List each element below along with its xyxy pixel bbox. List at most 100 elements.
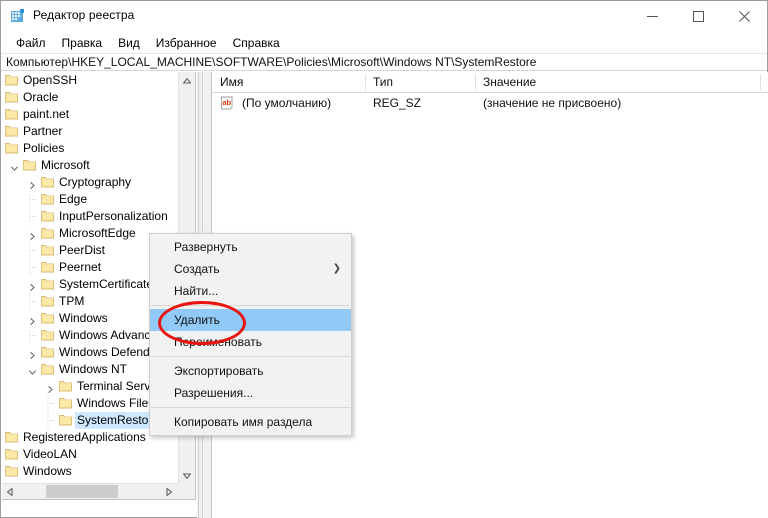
tree-item-label: OpenSSH: [23, 73, 78, 87]
tree-item-cryptography[interactable]: Cryptography: [2, 174, 194, 191]
folder-icon: [5, 125, 18, 137]
tree-connector-dots: [28, 327, 37, 344]
context-menu-item-развернуть[interactable]: Развернуть: [150, 236, 351, 258]
menu-edit[interactable]: Правка: [54, 34, 111, 52]
scroll-up-button[interactable]: [179, 72, 195, 89]
folder-icon: [41, 227, 54, 239]
menu-file[interactable]: Файл: [8, 34, 54, 52]
folder-icon: [23, 159, 36, 171]
context-menu-item-разрешения[interactable]: Разрешения...: [150, 382, 351, 404]
folder-icon: [59, 414, 72, 426]
context-menu-item-найти[interactable]: Найти...: [150, 280, 351, 302]
context-menu-item-label: Развернуть: [174, 240, 238, 254]
menu-bar: Файл Правка Вид Избранное Справка: [1, 32, 767, 53]
context-menu-item-label: Копировать имя раздела: [174, 415, 313, 429]
values-list-header: Имя Тип Значение: [212, 72, 768, 93]
window-title: Редактор реестра: [33, 8, 135, 22]
tree-item-paint-net[interactable]: paint.net: [2, 106, 194, 123]
context-menu-item-переименовать[interactable]: Переименовать: [150, 331, 351, 353]
tree-item-edge[interactable]: Edge: [2, 191, 194, 208]
menu-favorites[interactable]: Избранное: [148, 34, 225, 52]
folder-icon: [5, 74, 18, 86]
tree-connector-dots: [28, 242, 37, 259]
context-menu-separator: [151, 305, 350, 306]
tree-item-oracle[interactable]: Oracle: [2, 89, 194, 106]
chevron-down-icon[interactable]: [28, 365, 37, 375]
value-data: (значение не присвоено): [483, 96, 622, 110]
window-controls: [629, 1, 767, 32]
value-type: REG_SZ: [373, 96, 422, 110]
tree-item-microsoft[interactable]: Microsoft: [2, 157, 194, 174]
tree-item-label: Windows NT: [59, 362, 128, 376]
chevron-down-icon[interactable]: [10, 161, 19, 171]
tree-item-label: VideoLAN: [23, 447, 77, 461]
context-menu-item-удалить[interactable]: Удалить: [150, 309, 351, 331]
context-menu-item-копировать-имя-раздела[interactable]: Копировать имя раздела: [150, 411, 351, 433]
tree-connector-dots: [28, 293, 37, 310]
tree-item-partner[interactable]: Partner: [2, 123, 194, 140]
tree-item-label: RegisteredApplications: [23, 430, 146, 444]
chevron-right-icon[interactable]: [28, 348, 37, 360]
tree-item-label: Microsoft: [41, 158, 90, 172]
folder-icon: [5, 448, 18, 460]
context-menu-item-label: Найти...: [174, 284, 219, 298]
context-menu-item-экспортировать[interactable]: Экспортировать: [150, 360, 351, 382]
tree-item-label: Policies: [23, 141, 65, 155]
tree-item-label: MicrosoftEdge: [59, 226, 136, 240]
close-button[interactable]: [721, 1, 767, 32]
value-row[interactable]: ab (По умолчанию) REG_SZ (значение не пр…: [212, 93, 768, 113]
tree-item-label: Partner: [23, 124, 63, 138]
tree-item-policies[interactable]: Policies: [2, 140, 194, 157]
menu-help[interactable]: Справка: [225, 34, 288, 52]
tree-item-label: Windows: [59, 311, 108, 325]
context-menu-item-label: Переименовать: [174, 335, 262, 349]
scroll-right-button[interactable]: [161, 484, 177, 499]
regedit-icon: [10, 8, 26, 24]
folder-icon: [41, 329, 54, 341]
chevron-right-icon[interactable]: [28, 178, 37, 190]
tree-connector-dots: [46, 412, 55, 429]
tree-connector-dots: [46, 395, 55, 412]
scroll-down-button[interactable]: [179, 467, 195, 484]
folder-icon: [41, 193, 54, 205]
tree-item-windows[interactable]: Windows: [2, 463, 194, 480]
tree-item-inputpersonalization[interactable]: InputPersonalization: [2, 208, 194, 225]
column-header-value[interactable]: Значение: [475, 72, 768, 92]
folder-icon: [41, 244, 54, 256]
tree-connector-dots: [28, 208, 37, 225]
submenu-chevron-icon: ❯: [332, 263, 341, 274]
tree-horizontal-scrollbar[interactable]: [2, 483, 194, 499]
menu-view[interactable]: Вид: [110, 34, 148, 52]
horizontal-scroll-thumb[interactable]: [46, 485, 118, 498]
folder-icon: [5, 108, 18, 120]
address-bar[interactable]: Компьютер\HKEY_LOCAL_MACHINE\SOFTWARE\Po…: [1, 53, 767, 71]
string-value-icon: ab: [220, 96, 234, 110]
scroll-left-button[interactable]: [2, 484, 18, 499]
folder-icon: [41, 176, 54, 188]
tree-item-label: SystemCertificates: [59, 277, 160, 291]
tree-connector-dots: [28, 259, 37, 276]
folder-icon: [5, 465, 18, 477]
column-header-name[interactable]: Имя: [212, 72, 365, 92]
tree-item-label: InputPersonalization: [59, 209, 168, 223]
folder-icon: [41, 363, 54, 375]
tree-item-label: Oracle: [23, 90, 59, 104]
column-header-type[interactable]: Тип: [365, 72, 475, 92]
tree-item-videolan[interactable]: VideoLAN: [2, 446, 194, 463]
folder-icon: [41, 210, 54, 222]
registry-path: Компьютер\HKEY_LOCAL_MACHINE\SOFTWARE\Po…: [6, 55, 537, 69]
maximize-button[interactable]: [675, 1, 721, 32]
folder-icon: [41, 261, 54, 273]
chevron-right-icon[interactable]: [28, 280, 37, 292]
folder-icon: [59, 397, 72, 409]
chevron-right-icon[interactable]: [28, 314, 37, 326]
context-menu-item-создать[interactable]: Создать ❯: [150, 258, 351, 280]
tree-item-openssh[interactable]: OpenSSH: [2, 72, 194, 89]
context-menu-separator: [151, 356, 350, 357]
context-menu[interactable]: Развернуть Создать ❯ Найти... Удалить Переиме…: [149, 233, 352, 436]
chevron-right-icon[interactable]: [46, 382, 55, 394]
chevron-right-icon[interactable]: [28, 229, 37, 241]
minimize-button[interactable]: [629, 1, 675, 32]
context-menu-item-label: Экспортировать: [174, 364, 264, 378]
tree-item-label: PeerDist: [59, 243, 106, 257]
